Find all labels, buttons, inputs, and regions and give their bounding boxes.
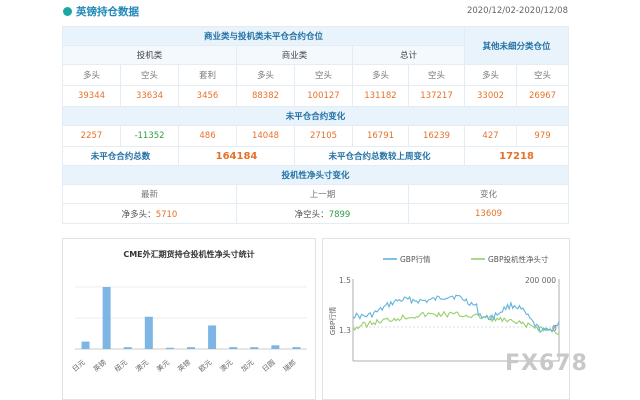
tick-label: 加元: [239, 358, 256, 374]
bar: [292, 347, 301, 349]
page-title: 英镑持仓数据: [76, 6, 139, 18]
change-cell: 979: [516, 125, 570, 147]
position-table: 商业类与投机类未平仓合约仓位 其他未细分类仓位 投机类 商业类 总计 多头 空头…: [61, 26, 570, 224]
bar-chart: 日元 英镑 纽元 澳元 美元 英镑 欧元 澳元 加元 日圆 瑞郎: [71, 286, 307, 374]
value-cell: 26967: [516, 85, 570, 107]
change-cell: 486: [178, 125, 237, 147]
col-label: 多头: [352, 64, 409, 86]
tick-label: 美元: [155, 358, 172, 374]
legend-label: GBP行情: [400, 254, 431, 264]
value-row: 39344 33634 3456 88382 100127 131182 137…: [62, 85, 570, 107]
tick-label: 瑞郎: [281, 358, 298, 374]
tick-label: 欧元: [197, 358, 214, 374]
col-label: 空头: [294, 64, 353, 86]
col-label: 多头: [62, 64, 121, 86]
page-header: 英镑持仓数据 2020/12/02-2020/12/08: [0, 0, 640, 24]
bar: [144, 316, 153, 349]
value-cell: 39344: [62, 85, 121, 107]
bar: [187, 347, 195, 349]
right-tick-label: 200 000: [525, 276, 556, 285]
col-label: 多头: [236, 64, 295, 86]
bar: [271, 345, 280, 349]
bar: [102, 287, 111, 349]
y-axis-label: GBP行情: [328, 307, 337, 335]
change-cell: 16791: [352, 125, 409, 147]
spec-header-latest: 最新: [62, 184, 237, 204]
tick-label: 澳元: [218, 358, 235, 374]
legend-label: GBP投机性净头寸: [488, 254, 549, 264]
label-row: 多头 空头 套利 多头 空头 多头 空头 多头 空头: [62, 64, 570, 86]
total-value: 164184: [178, 146, 295, 166]
bar-chart-panel: CME外汇期货持仓投机性净头寸统计 日元 英镑 纽元 澳元 美元 英镑 欧元 澳元 加元 日圆 瑞郎: [62, 238, 316, 400]
other-title: 其他未细分类仓位: [464, 26, 570, 65]
spec-value-row: 净多头：5710 净空头：7899 13609: [62, 203, 570, 224]
table-title: 商业类与投机类未平仓合约仓位: [61, 26, 466, 46]
change-cell: 2257: [62, 125, 121, 147]
weekly-change-label: 未平仓合约总数较上周变化: [293, 146, 466, 166]
previous-label: 净空头：: [294, 209, 329, 220]
value-cell: 33002: [464, 85, 518, 107]
group-commercial: 商业类: [236, 45, 353, 65]
col-label: 空头: [120, 64, 179, 86]
change-cell: 16239: [407, 125, 466, 147]
bar: [123, 347, 132, 349]
group-total: 总计: [351, 45, 466, 65]
change-cell: -11352: [120, 125, 179, 147]
bar: [165, 347, 174, 349]
change-row: 2257 -11352 486 14048 27105 16791 16239 …: [62, 125, 570, 147]
tick-label: 英镑: [91, 358, 108, 374]
left-tick-label: 1.3: [339, 326, 351, 335]
spec-latest: 净多头：5710: [62, 203, 237, 224]
series-line-price: [352, 294, 560, 334]
weekly-change-value: 17218: [464, 146, 570, 166]
value-cell: 3456: [178, 85, 237, 107]
col-label: 空头: [516, 64, 570, 86]
change-cell: 14048: [236, 125, 295, 147]
tick-label: 日圆: [261, 358, 277, 373]
value-cell: 100127: [294, 85, 353, 107]
change-title: 未平仓合约变化: [61, 106, 570, 126]
total-label: 未平仓合约总数: [62, 146, 179, 166]
watermark-logo: FX678: [505, 351, 588, 376]
spec-header-previous: 上一期: [236, 184, 409, 204]
value-cell: 137217: [407, 85, 466, 107]
total-row: 未平仓合约总数 164184 未平仓合约总数较上周变化 17218: [62, 146, 570, 166]
spec-title: 投机性净头寸变化: [61, 165, 570, 185]
col-label: 空头: [407, 64, 466, 86]
latest-label: 净多头：: [121, 209, 156, 220]
group-speculative: 投机类: [62, 45, 237, 65]
left-tick-label: 1.5: [339, 276, 351, 285]
spec-previous: 净空头：7899: [236, 203, 409, 224]
col-label: 套利: [178, 64, 237, 86]
bar: [250, 347, 259, 349]
previous-value: 7899: [328, 209, 351, 220]
tick-label: 澳元: [134, 358, 151, 374]
value-cell: 88382: [236, 85, 295, 107]
value-cell: 33634: [120, 85, 179, 107]
tick-label: 英镑: [176, 358, 193, 374]
bar: [229, 347, 238, 349]
date-range: 2020/12/02-2020/12/08: [466, 6, 568, 16]
spec-header-change: 变化: [407, 184, 570, 204]
value-cell: 131182: [352, 85, 409, 107]
bar: [81, 341, 90, 349]
tick-label: 日元: [71, 358, 87, 373]
col-label: 多头: [464, 64, 518, 86]
change-cell: 27105: [294, 125, 353, 147]
spec-change-value: 13609: [407, 203, 570, 224]
bar: [208, 325, 217, 349]
latest-value: 5710: [155, 209, 178, 220]
change-cell: 427: [464, 125, 518, 147]
section-bullet-icon: [63, 7, 72, 16]
tick-label: 纽元: [113, 358, 130, 374]
